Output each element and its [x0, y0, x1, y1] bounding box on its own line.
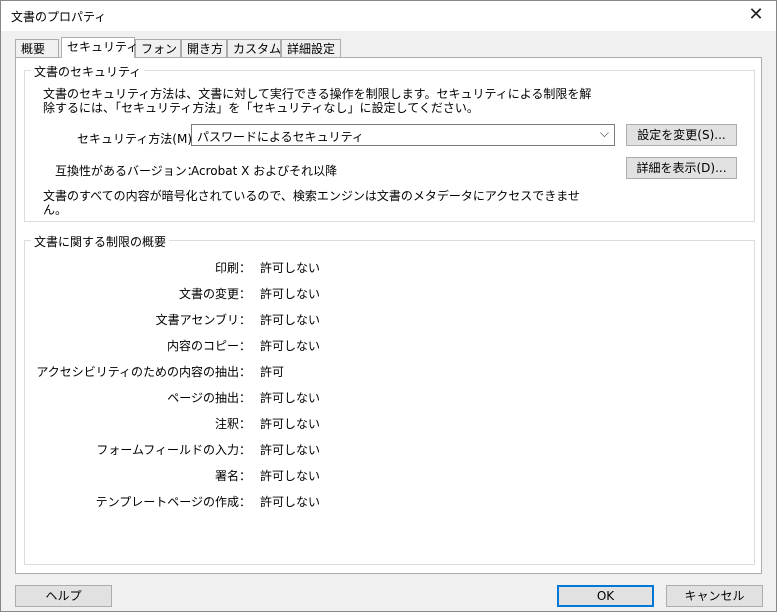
- tab-initial-view[interactable]: 開き方: [181, 39, 227, 57]
- restriction-value: 許可しない: [260, 287, 321, 301]
- security-method-value: パスワードによるセキュリティ: [197, 130, 364, 144]
- restriction-value: 許可しない: [260, 443, 321, 457]
- restriction-label: アクセシビリティのための内容の抽出：: [36, 365, 251, 379]
- security-description-line2: 除するには、「セキュリティ方法」を「セキュリティなし」に設定してください。: [43, 101, 479, 115]
- document-security-group: 文書のセキュリティ 文書のセキュリティ方法は、文書に対して実行できる操作を制限し…: [24, 63, 755, 222]
- restriction-label: 内容のコピー：: [166, 339, 251, 353]
- restriction-value: 許可しない: [260, 417, 321, 431]
- title-bar: 文書のプロパティ ✕: [1, 1, 776, 31]
- chevron-down-icon: ⌵: [599, 126, 609, 140]
- restriction-label: 署名：: [214, 469, 251, 483]
- help-button[interactable]: ヘルプ: [15, 585, 112, 607]
- tab-security[interactable]: セキュリティ: [61, 37, 138, 58]
- close-icon[interactable]: ✕: [746, 5, 766, 25]
- security-method-select[interactable]: パスワードによるセキュリティ ⌵: [191, 124, 615, 146]
- security-tab-panel: 文書のセキュリティ 文書のセキュリティ方法は、文書に対して実行できる操作を制限し…: [15, 57, 762, 574]
- restriction-value: 許可しない: [260, 391, 321, 405]
- restriction-label: 注釈：: [214, 417, 251, 431]
- restriction-label: 印刷：: [214, 261, 251, 275]
- restriction-label: 文書の変更：: [178, 287, 251, 301]
- restriction-label: テンプレートページの作成：: [95, 495, 251, 509]
- restriction-label: 文書アセンブリ：: [155, 313, 251, 327]
- compat-version-label: 互換性があるバージョン：: [55, 164, 199, 178]
- ok-button[interactable]: OK: [557, 585, 654, 607]
- show-details-button[interactable]: 詳細を表示(D)...: [626, 157, 737, 179]
- security-description-line1: 文書のセキュリティ方法は、文書に対して実行できる操作を制限します。セキュリティに…: [43, 87, 592, 101]
- tab-overview[interactable]: 概要: [15, 39, 59, 57]
- restriction-value: 許可しない: [260, 261, 321, 275]
- restriction-value: 許可しない: [260, 495, 321, 509]
- encryption-note: 文書のすべての内容が暗号化されているので、検索エンジンは文書のメタデータにアクセ…: [43, 189, 743, 217]
- change-settings-button[interactable]: 設定を変更(S)...: [626, 124, 737, 146]
- security-description: 文書のセキュリティ方法は、文書に対して実行できる操作を制限します。セキュリティに…: [43, 87, 743, 115]
- restriction-label: フォームフィールドの入力：: [96, 443, 251, 457]
- restriction-value: 許可しない: [260, 339, 321, 353]
- restriction-label: ページの抽出：: [167, 391, 251, 405]
- restrictions-summary-group: 文書に関する制限の概要 印刷： 許可しない 文書の変更： 許可しない 文書アセン…: [24, 233, 755, 565]
- restriction-value: 許可しない: [260, 313, 321, 327]
- compat-version-value: Acrobat X およびそれ以降: [191, 164, 338, 178]
- security-method-label: セキュリティ方法(M)：: [77, 132, 204, 146]
- restriction-value: 許可しない: [260, 469, 321, 483]
- tab-fonts[interactable]: フォント: [135, 39, 189, 57]
- tab-advanced[interactable]: 詳細設定: [281, 39, 341, 57]
- cancel-button[interactable]: キャンセル: [666, 585, 763, 607]
- document-security-legend: 文書のセキュリティ: [31, 63, 145, 80]
- restriction-value: 許可: [260, 365, 285, 379]
- encryption-note-line1: 文書のすべての内容が暗号化されているので、検索エンジンは文書のメタデータにアクセ…: [43, 189, 580, 203]
- document-properties-dialog: 文書のプロパティ ✕ 概要 セキュリティ フォント 開き方 カスタム 詳細設定 …: [0, 0, 777, 612]
- encryption-note-line2: ん。: [43, 203, 68, 217]
- window-title: 文書のプロパティ: [11, 10, 107, 24]
- tab-custom[interactable]: カスタム: [227, 39, 281, 57]
- restrictions-summary-legend: 文書に関する制限の概要: [31, 233, 170, 250]
